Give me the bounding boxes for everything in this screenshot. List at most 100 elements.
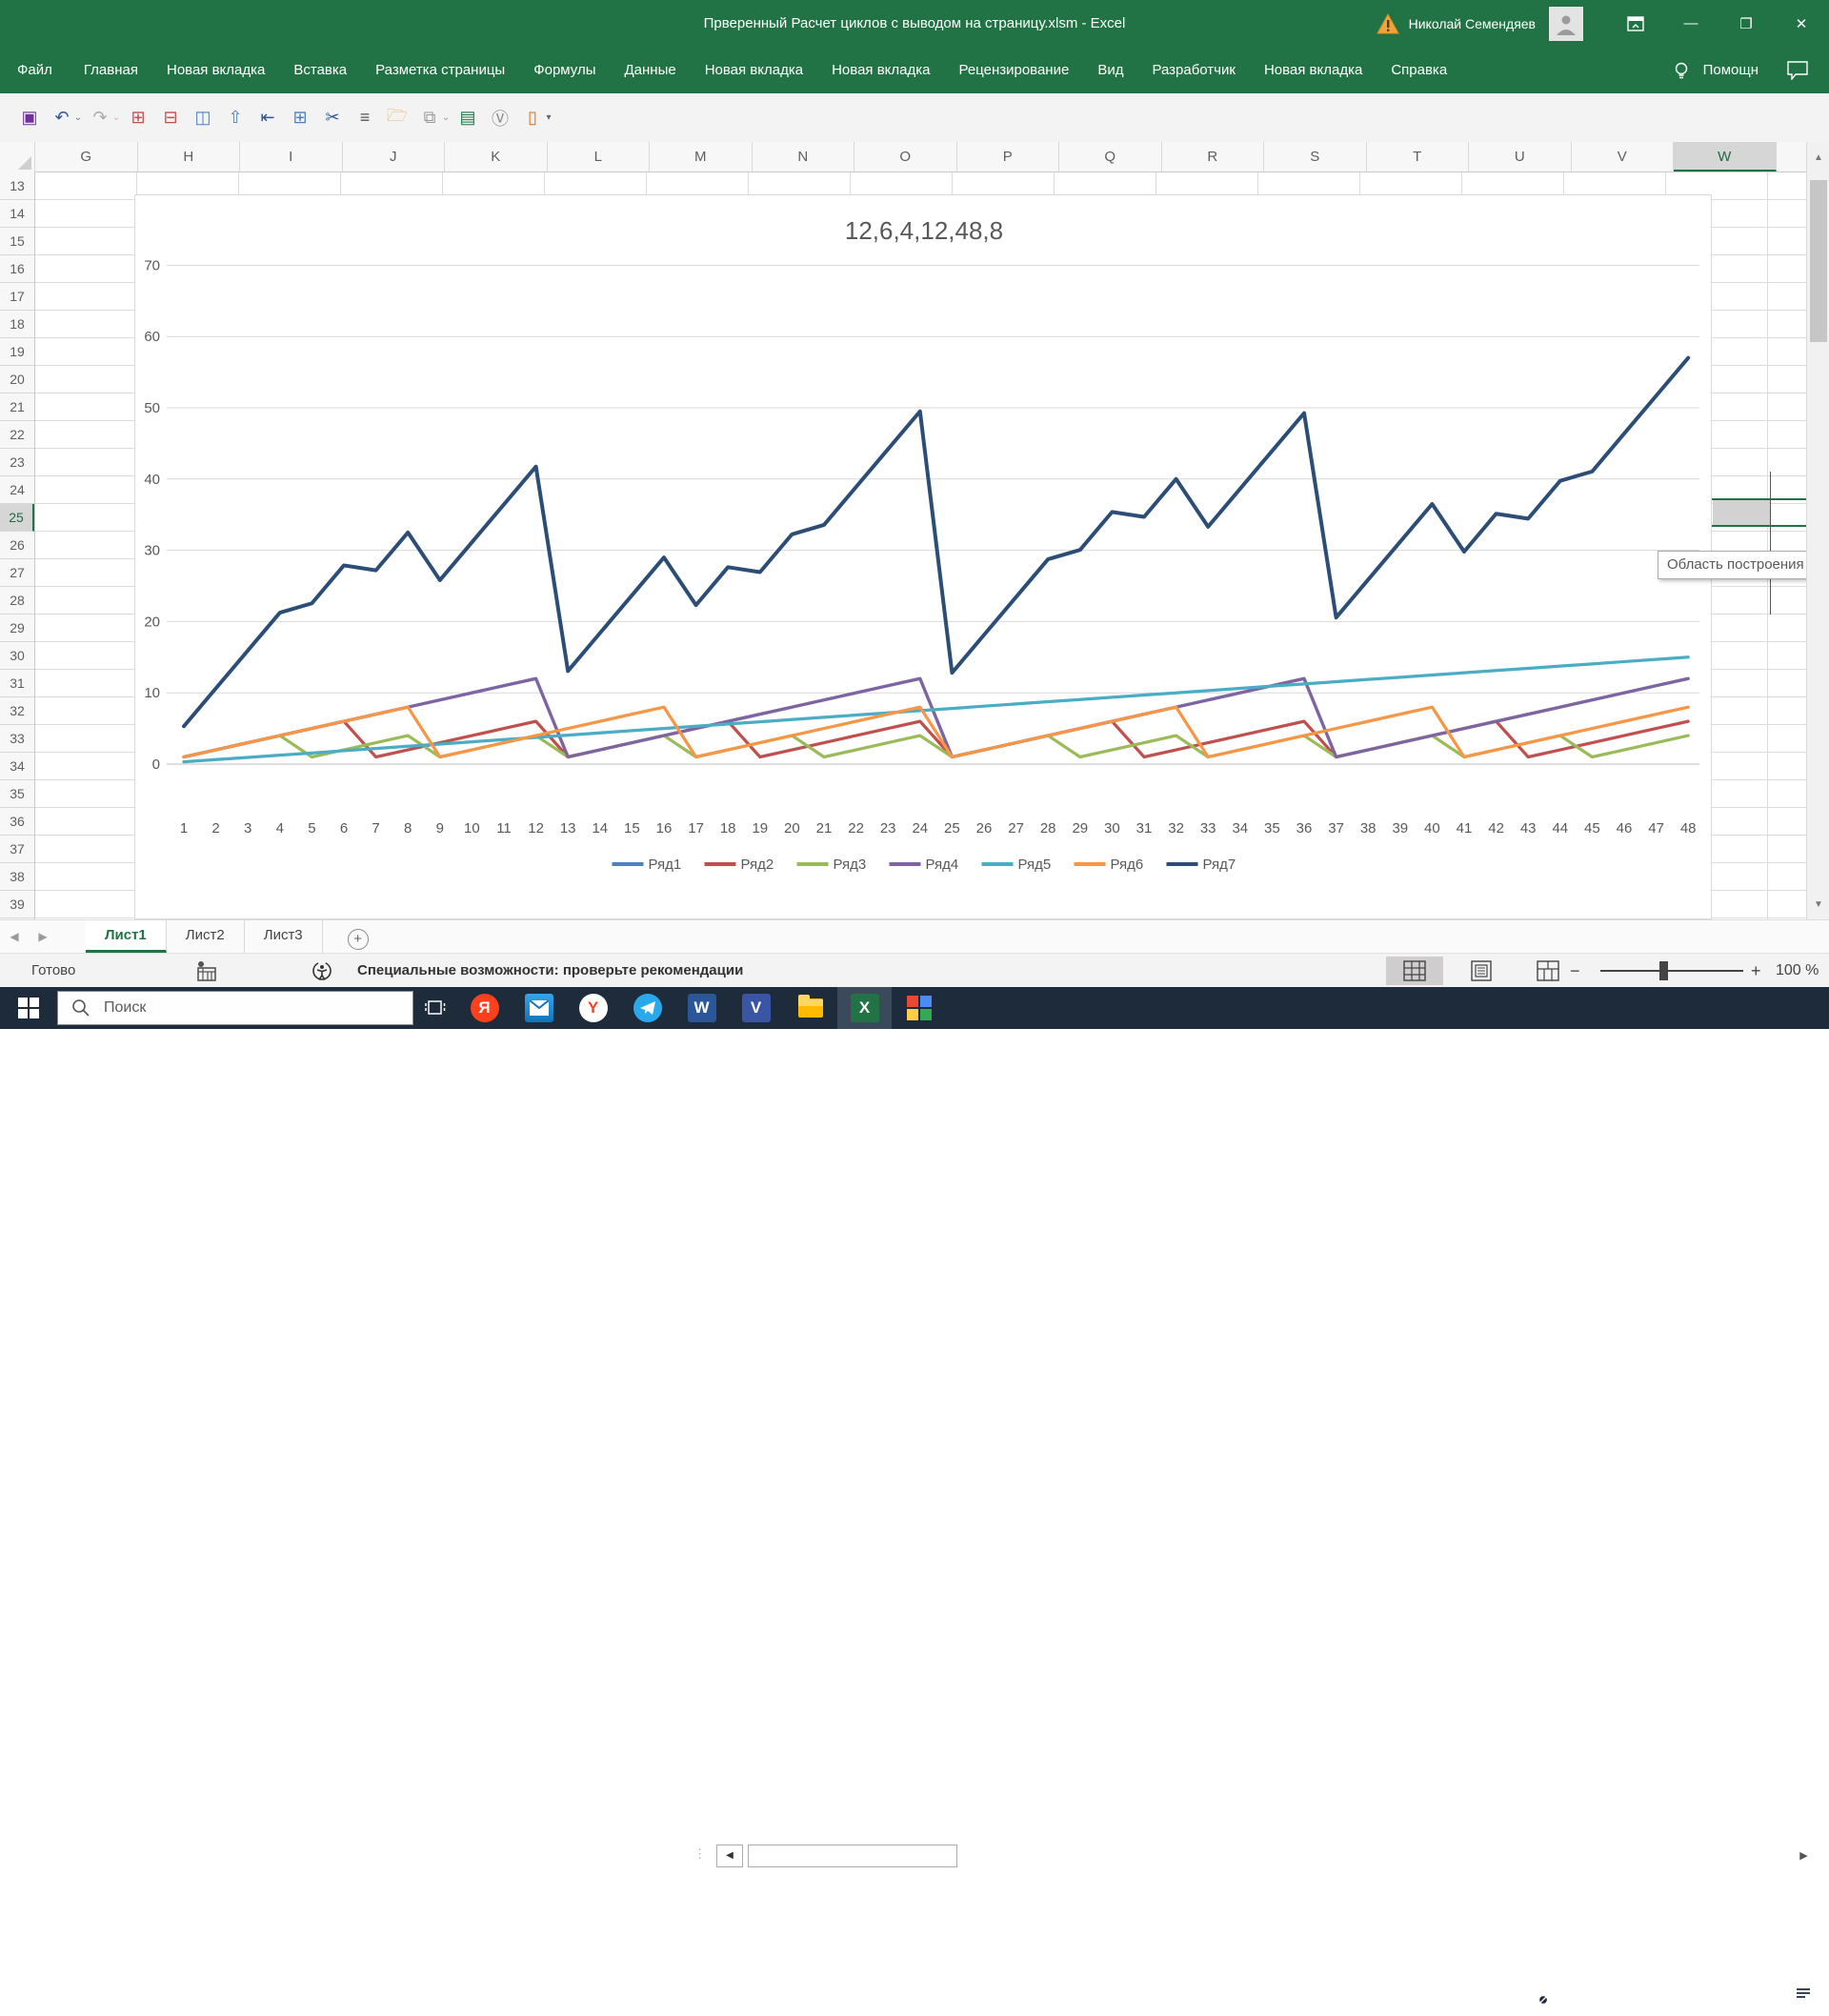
close-button[interactable]: ✕ [1774,0,1829,47]
view-page-layout-button[interactable] [1453,957,1510,985]
chart-object[interactable]: 0 10 20 30 40 50 60 70 1 2 3 4 5 6 7 8 9 10 11 12 13 14 15 16 17… [134,194,1712,919]
tray-expand-icon[interactable] [1495,1990,1510,2000]
clock[interactable]: 11:02 [1737,1986,1774,2004]
ribbon-tab-справка-13[interactable]: Справка [1377,47,1461,93]
row-header-37[interactable]: 37 [0,836,34,863]
row-header-17[interactable]: 17 [0,283,34,311]
ribbon-display-options-icon[interactable] [1608,0,1663,47]
column-header-Q[interactable]: Q [1059,142,1162,171]
battery-icon[interactable] [1607,1987,1634,2003]
cut-icon[interactable]: ✂ [316,104,349,132]
horizontal-scroll-thumb[interactable] [748,1845,957,1867]
new-sheet-button[interactable]: + [347,929,369,950]
ribbon-tab-рецензирование-9[interactable]: Рецензирование [944,47,1083,93]
group-dropdown[interactable]: ⌄ [440,104,452,132]
row-header-30[interactable]: 30 [0,642,34,670]
ribbon-tab-данные-6[interactable]: Данные [611,47,691,93]
ribbon-tab-разработчик-11[interactable]: Разработчик [1137,47,1249,93]
column-header-W[interactable]: W [1674,142,1777,171]
sheet-tab-лист3[interactable]: Лист3 [245,920,323,953]
row-header-35[interactable]: 35 [0,780,34,808]
ribbon-tab-новая-вкладка-2[interactable]: Новая вкладка [152,47,279,93]
ribbon-tab-формулы-5[interactable]: Формулы [519,47,610,93]
column-header-K[interactable]: K [445,142,548,171]
save-icon[interactable]: ▣ [13,104,46,132]
zoom-slider-handle[interactable] [1659,961,1668,980]
user-name[interactable]: Николай Семендяев [1409,16,1536,31]
ribbon-tab-главная-1[interactable]: Главная [70,47,152,93]
column-header-J[interactable]: J [343,142,445,171]
search-input[interactable]: Поиск [57,991,413,1025]
visio-icon[interactable]: V [729,987,783,1029]
row-header-15[interactable]: 15 [0,228,34,255]
ribbon-tab-разметка-страницы-4[interactable]: Разметка страницы [361,47,519,93]
ribbon-tab-новая-вкладка-8[interactable]: Новая вкладка [817,47,944,93]
tab-splitter-handle[interactable]: ⋮ [693,1846,706,1862]
column-header-O[interactable]: O [854,142,957,171]
legend-label-Ряд3[interactable]: Ряд3 [834,857,867,873]
row-header-26[interactable]: 26 [0,532,34,559]
row-header-18[interactable]: 18 [0,311,34,338]
avatar[interactable] [1549,6,1583,41]
row-header-29[interactable]: 29 [0,615,34,642]
row-header-33[interactable]: 33 [0,725,34,753]
sheet-nav-left-icon[interactable]: ◀ [0,920,29,953]
ribbon-tab-новая-вкладка-12[interactable]: Новая вкладка [1250,47,1377,93]
view-page-break-button[interactable] [1519,957,1577,985]
row-header-16[interactable]: 16 [0,255,34,283]
mail-app-icon[interactable] [512,987,566,1029]
colorful-app-icon[interactable] [892,987,946,1029]
select-all-corner[interactable] [0,142,35,172]
lightbulb-icon[interactable] [1673,61,1690,80]
row-header-27[interactable]: 27 [0,559,34,587]
row-header-20[interactable]: 20 [0,366,34,393]
column-header-G[interactable]: G [35,142,138,171]
sheet-tab-лист1[interactable]: Лист1 [86,920,167,953]
delete-cells-icon[interactable]: ⊟ [154,104,187,132]
vba-icon[interactable]: Ⓥ [484,104,516,132]
zoom-level[interactable]: 100 % [1776,954,1819,988]
legend-label-Ряд7[interactable]: Ряд7 [1203,857,1236,873]
row-header-21[interactable]: 21 [0,393,34,421]
accessibility-icon[interactable] [310,959,334,982]
language-indicator[interactable]: РУС [1691,1987,1719,2004]
column-header-H[interactable]: H [138,142,240,171]
legend-label-Ряд2[interactable]: Ряд2 [741,857,774,873]
legend-label-Ряд5[interactable]: Ряд5 [1018,857,1052,873]
ribbon-tab-вид-10[interactable]: Вид [1083,47,1137,93]
legend-label-Ряд4[interactable]: Ряд4 [926,857,959,873]
row-header-39[interactable]: 39 [0,891,34,918]
series-line-Ряд7[interactable] [182,355,1691,729]
sheet-nav-right-icon[interactable]: ▶ [29,920,57,953]
row-header-25[interactable]: 25 [0,504,34,532]
action-center-icon[interactable] [1791,1983,1816,2007]
yandex-app-icon[interactable]: Я [457,987,512,1029]
selected-cell[interactable] [1713,500,1770,525]
network-globe-icon[interactable] [1527,1984,1550,2006]
scroll-down-icon[interactable]: ▼ [1807,889,1829,919]
row-header-22[interactable]: 22 [0,421,34,449]
comments-icon[interactable] [1787,60,1808,80]
row-header-31[interactable]: 31 [0,670,34,697]
legend-label-Ряд1[interactable]: Ряд1 [649,857,682,873]
row-header-14[interactable]: 14 [0,200,34,228]
column-header-L[interactable]: L [548,142,650,171]
minimize-button[interactable]: — [1663,0,1718,47]
move-up-icon[interactable]: ⇧ [219,104,251,132]
volume-icon[interactable] [1651,1986,1674,2005]
yandex-browser-icon[interactable]: Y [566,987,620,1029]
macro-record-icon[interactable] [195,959,220,982]
row-header-38[interactable]: 38 [0,863,34,891]
row-header-13[interactable]: 13 [0,172,34,200]
excel-icon[interactable]: X [837,987,892,1029]
start-button[interactable] [0,987,57,1029]
column-header-U[interactable]: U [1469,142,1572,171]
chart-title[interactable]: 12,6,4,12,48,8 [845,216,1003,245]
view-normal-button[interactable] [1386,957,1443,985]
insert-column-icon[interactable]: ◫ [187,104,219,132]
column-header-N[interactable]: N [753,142,854,171]
insert-cells-left-icon[interactable]: ⇤ [251,104,284,132]
ribbon-tab-file[interactable]: Файл [0,47,70,93]
hscroll-right-icon[interactable]: ▶ [1788,1845,1819,1867]
camera-icon[interactable] [1567,1985,1590,2006]
